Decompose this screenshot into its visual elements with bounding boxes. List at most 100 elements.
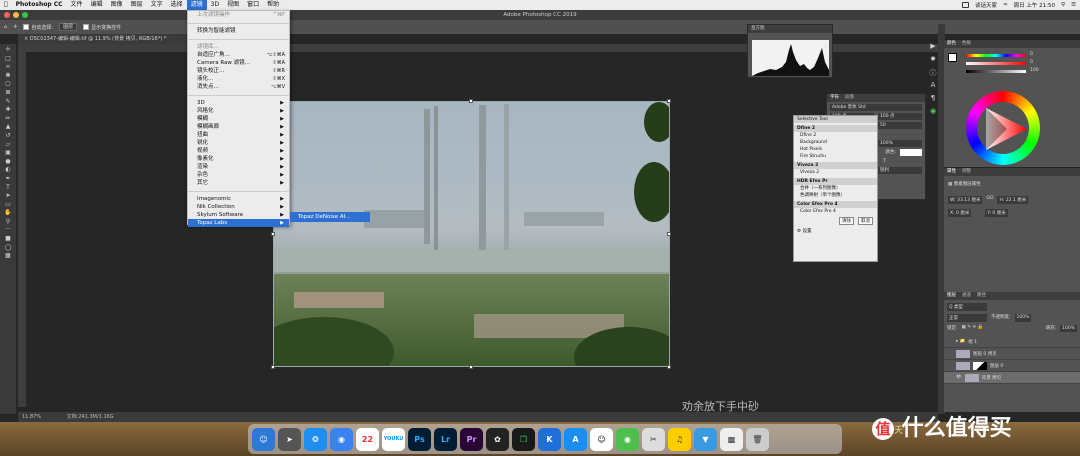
zoom-tool-icon[interactable]: ⚲ [3,218,13,226]
trash-icon[interactable]: 🗑 [746,427,769,451]
eraser-tool-icon[interactable]: ▱ [3,141,13,149]
quick-mask-icon[interactable]: ◯ [3,244,13,252]
downloads-folder-icon[interactable]: ▼ [694,427,717,451]
filter-menu-item[interactable]: Camera Raw 滤镜... ⇧⌘A [188,59,289,67]
quick-select-tool-icon[interactable]: ✽ [3,72,13,80]
foreground-color-swatch[interactable]: ■ [3,235,13,243]
filter-menu-item[interactable]: 锐化 ▶ [188,139,289,147]
move-tool-icon[interactable]: ✛ [3,46,13,54]
frame-tool-icon[interactable]: ⊠ [3,89,13,97]
fill-field[interactable]: 100% [1060,325,1077,332]
width-field[interactable]: W: 33.13 厘米 [948,196,983,204]
menu-file[interactable]: 文件 [67,0,87,10]
tab-paths[interactable]: 路径 [977,292,986,300]
info-icon[interactable]: ⓘ [928,68,938,78]
premiere-icon[interactable]: Pr [460,427,483,451]
y-field[interactable]: Y: 0 厘米 [985,209,1008,217]
group-viveza[interactable]: Viveza 2 [794,162,877,169]
zoom-level[interactable]: 11.87% [22,414,41,420]
finder-icon[interactable]: ☺ [252,427,275,451]
minimize-window-button[interactable] [13,12,19,18]
wechat-icon[interactable]: ◉ [616,427,639,451]
show-transform-checkbox[interactable]: 显示变换控件 [83,24,121,31]
screenshot-icon[interactable]: ✂ [642,427,665,451]
viveza-item[interactable]: Viveza 2 [794,169,877,176]
app-store-icon[interactable]: A [564,427,587,451]
brightness-slider[interactable] [966,70,1026,73]
transform-handle[interactable] [469,365,473,369]
tab-channels[interactable]: 通道 [962,292,971,300]
music-icon[interactable]: ♫ [668,427,691,451]
hdr-tonemap-item[interactable]: 色调映射（单个图像） [794,192,877,199]
layer-filter-select[interactable]: Q 类型 [947,303,987,311]
history-brush-tool-icon[interactable]: ↺ [3,132,13,140]
clone-stamp-tool-icon[interactable]: ▲ [3,123,13,131]
eye-icon[interactable]: 👁 [956,375,962,380]
close-window-button[interactable] [4,12,10,18]
transform-handle[interactable] [667,99,671,103]
launchpad-icon[interactable]: ➤ [278,427,301,451]
filter-menu-item[interactable]: 镜头校正... ⇧⌘R [188,67,289,75]
menu-list-icon[interactable]: ☰ [1071,2,1076,8]
tab-adjustments[interactable]: 调整 [962,168,971,176]
qq-browser-icon[interactable]: ◉ [330,427,353,451]
filter-menu-item[interactable]: 液化... ⇧⌘X [188,75,289,83]
menu-type[interactable]: 文字 [147,0,167,10]
tray-text[interactable]: 谈话天家 [975,1,997,9]
home-icon[interactable]: ⌂ [4,24,7,30]
dfine-item[interactable]: Dfine 2 [794,132,877,139]
filter-menu-item[interactable]: Skylum Software ▶ [188,211,289,219]
link-dimensions-icon[interactable]: GO [986,196,993,204]
foreground-swatch[interactable] [948,53,957,62]
type-tool-icon[interactable]: T [3,184,13,192]
screenshot-file-icon[interactable]: ▩ [720,427,743,451]
brightness-value[interactable]: 100 [1030,68,1039,73]
pen-tool-icon[interactable]: ✒ [3,175,13,183]
crop-tool-icon[interactable]: ▢ [3,80,13,88]
adjust-icon[interactable]: ✸ [928,55,938,65]
filter-menu-item[interactable]: 模糊 ▶ [188,115,289,123]
davinci-icon[interactable]: ✿ [486,427,509,451]
brush-tool-icon[interactable]: ✏ [3,115,13,123]
path-selection-tool-icon[interactable]: ➤ [3,192,13,200]
saturation-slider[interactable] [966,62,1026,65]
saturation-value[interactable]: 0 [1030,60,1033,65]
text-color-swatch[interactable] [900,149,922,156]
filter-menu-item[interactable]: 自适应广角... ⌥⇧⌘A [188,51,289,59]
gradient-tool-icon[interactable]: ▣ [3,149,13,157]
filter-menu-item[interactable]: 其它 ▶ [188,179,289,187]
apple-menu-icon[interactable]:  [0,0,12,10]
lock-icons[interactable]: ▦ ✎ ✛ 🔒 [962,325,984,332]
menu-view[interactable]: 视图 [223,0,243,10]
warning-icon[interactable]: ⚠ [823,43,828,50]
search-icon[interactable]: ⚲ [1061,2,1065,8]
topaz-denoise-menu-item[interactable]: Topaz DeNoise AI... [290,212,370,222]
layer-row[interactable]: 👁 背景 拷贝 [944,372,1080,384]
font-family-select[interactable]: Adobe 黑体 Std [830,104,922,111]
hot-pixels-item[interactable]: Hot Pixels [794,146,877,153]
opacity-field[interactable]: 100% [1014,314,1032,322]
cancel-button[interactable]: 取消 [858,217,873,225]
fire-structure-item[interactable]: Fire Structu [794,153,877,160]
filter-menu-item[interactable]: Topaz Labs ▶ [188,219,289,227]
hdr-merge-item[interactable]: 合并（一系列图像） [794,185,877,192]
blur-tool-icon[interactable]: ● [3,158,13,166]
app-menu[interactable]: Photoshop CC [12,0,67,10]
tracking-field[interactable]: 50 [878,122,922,129]
youku-icon[interactable]: YOUKU [382,427,405,451]
more-tools-icon[interactable]: ··· [3,226,13,234]
horizontal-scale-field[interactable]: 100% [878,140,922,147]
hand-tool-icon[interactable]: ✋ [3,209,13,217]
menu-image[interactable]: 图像 [107,0,127,10]
capcut-icon[interactable]: ❒ [512,427,535,451]
background-item[interactable]: Background [794,139,877,146]
layer-row[interactable]: 图层 0 [944,360,1080,372]
filter-menu-item[interactable]: Nik Collection ▶ [188,203,289,211]
tab-color[interactable]: 颜色 [947,40,956,48]
tab-swatches[interactable]: 色板 [962,40,971,48]
marquee-tool-icon[interactable]: □ [3,55,13,63]
color-efex-item[interactable]: Color Efex Pro 4 [794,208,877,215]
filter-menu-item[interactable]: 扭曲 ▶ [188,131,289,139]
layer-row[interactable]: ▸ 📁 组 1 [944,336,1080,348]
auto-select-checkbox[interactable]: 自动选择: [23,24,53,31]
